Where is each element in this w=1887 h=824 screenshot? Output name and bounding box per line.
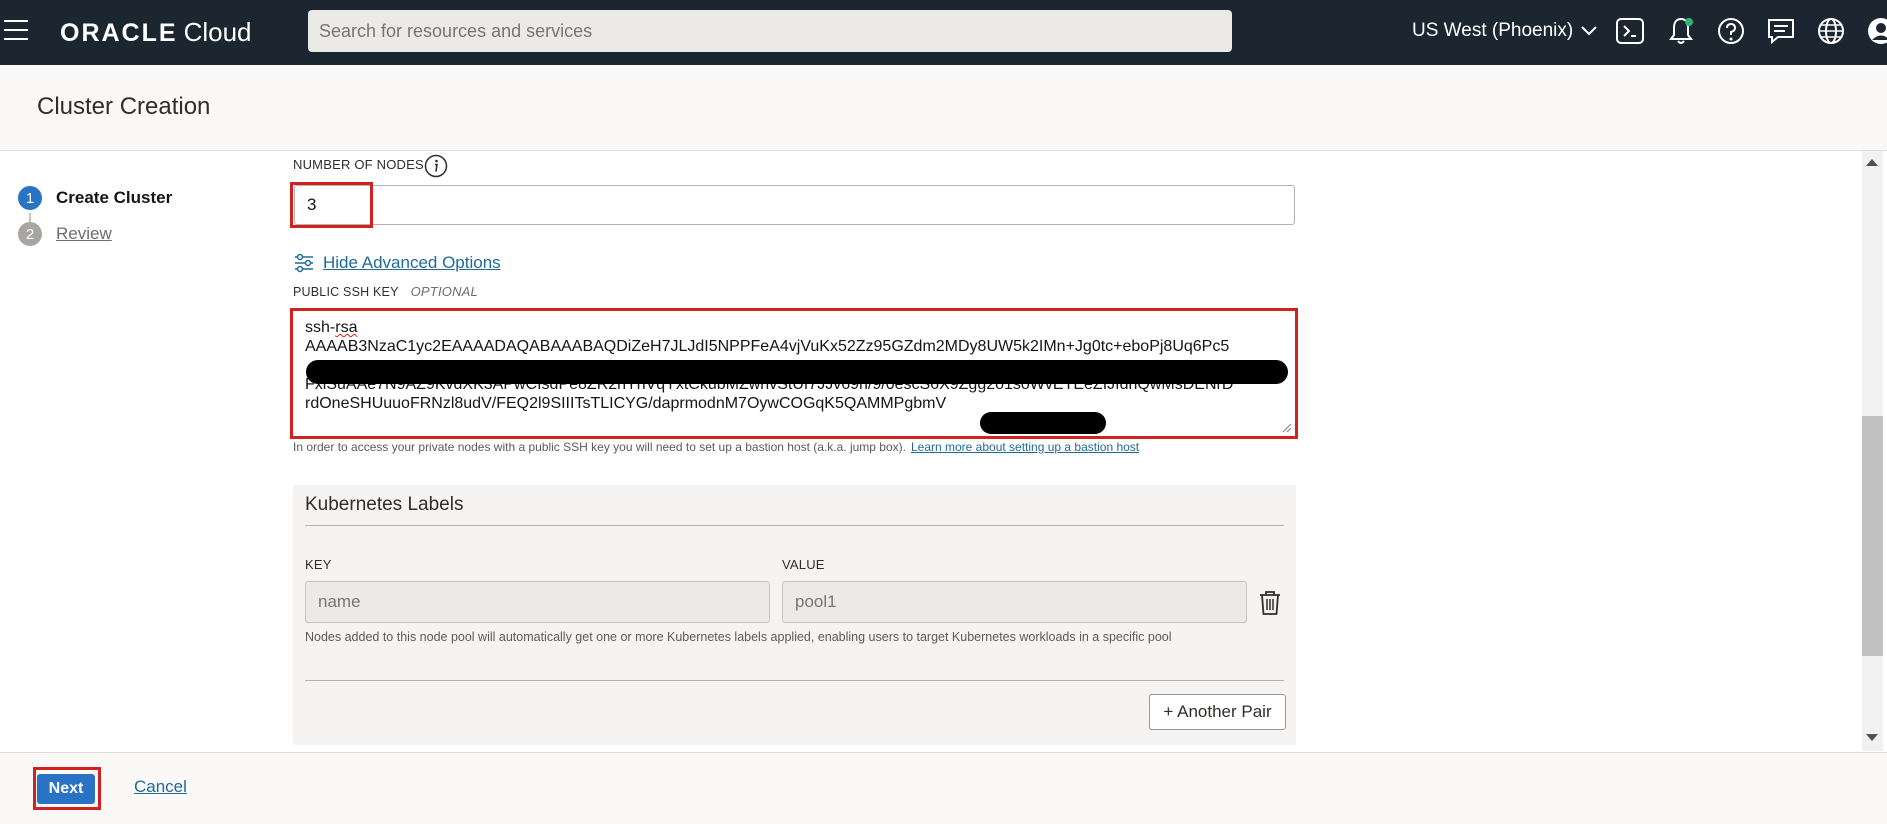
- redaction-bar: [980, 412, 1106, 434]
- step-create-cluster[interactable]: 1 Create Cluster: [18, 186, 172, 210]
- kubernetes-labels-help: Nodes added to this node pool will autom…: [305, 630, 1172, 644]
- scrollbar-thumb[interactable]: [1862, 416, 1883, 656]
- sliders-icon[interactable]: [293, 252, 315, 274]
- scroll-down-arrow-icon[interactable]: [1866, 734, 1878, 741]
- label-value-input[interactable]: [782, 581, 1247, 623]
- optional-tag: OPTIONAL: [410, 284, 478, 299]
- hamburger-menu-icon[interactable]: [4, 20, 28, 42]
- redaction-bar: [306, 360, 1288, 384]
- user-profile-icon[interactable]: [1866, 16, 1887, 46]
- bastion-host-help-link[interactable]: Learn more about setting up a bastion ho…: [911, 440, 1139, 454]
- logo-brand: ORACLE: [60, 19, 178, 47]
- public-ssh-key-label: PUBLIC SSH KEY OPTIONAL: [293, 284, 478, 299]
- region-label: US West (Phoenix): [1412, 20, 1574, 41]
- page-title: Cluster Creation: [37, 93, 211, 120]
- oracle-cloud-logo[interactable]: ORACLE Cloud: [60, 17, 252, 48]
- info-icon[interactable]: [424, 154, 448, 178]
- kubernetes-labels-title: Kubernetes Labels: [305, 494, 464, 515]
- help-icon[interactable]: [1716, 16, 1746, 46]
- region-selector[interactable]: US West (Phoenix): [1412, 20, 1597, 42]
- step-label: Review: [56, 224, 112, 243]
- resize-handle-icon[interactable]: [1280, 421, 1292, 433]
- divider: [305, 680, 1284, 681]
- ssh-key-line: ssh-rsa: [305, 318, 1283, 337]
- divider: [305, 525, 1284, 526]
- logo-product: Cloud: [183, 17, 252, 47]
- step-label: Create Cluster: [56, 188, 173, 207]
- chevron-down-icon: [1581, 20, 1597, 42]
- number-of-nodes-input[interactable]: [294, 185, 1295, 225]
- footer-bar: [0, 752, 1887, 824]
- page-header: Cluster Creation: [0, 65, 1887, 151]
- key-label: KEY: [305, 557, 332, 572]
- label-key-input[interactable]: [305, 581, 770, 623]
- feedback-chat-icon[interactable]: [1766, 16, 1796, 46]
- add-another-pair-button[interactable]: + Another Pair: [1149, 694, 1286, 730]
- number-of-nodes-label: NUMBER OF NODES: [293, 157, 424, 172]
- ssh-key-type: rsa: [335, 319, 358, 336]
- notifications-bell-icon[interactable]: [1666, 16, 1696, 46]
- step-review[interactable]: 2 Review: [18, 222, 112, 246]
- ssh-key-label-text: PUBLIC SSH KEY: [293, 285, 399, 299]
- language-globe-icon[interactable]: [1816, 16, 1846, 46]
- ssh-key-line: rdOneSHUuuoFRNzl8udV/FEQ2l9SIIITsTLICYG/…: [305, 395, 947, 412]
- search-input[interactable]: [308, 10, 1232, 52]
- value-label: VALUE: [782, 557, 825, 572]
- next-button[interactable]: Next: [37, 774, 95, 804]
- scroll-up-arrow-icon[interactable]: [1866, 159, 1878, 166]
- ssh-help-text: In order to access your private nodes wi…: [293, 440, 1139, 454]
- ssh-key-line: AAAAB3NzaC1yc2EAAAADAQABAAABAQDiZeH7JLJd…: [305, 338, 1230, 355]
- ssh-key-prefix: ssh-: [305, 319, 336, 336]
- delete-trash-icon[interactable]: [1258, 590, 1282, 616]
- cloud-shell-icon[interactable]: [1615, 16, 1645, 46]
- top-navigation-bar: ORACLECloud US West (Phoenix): [0, 0, 1887, 65]
- cancel-link[interactable]: Cancel: [134, 777, 187, 797]
- hide-advanced-options-link[interactable]: Hide Advanced Options: [323, 253, 501, 273]
- step-number-badge: 1: [18, 186, 42, 210]
- ssh-help-description: In order to access your private nodes wi…: [293, 440, 906, 454]
- step-number-badge: 2: [18, 222, 42, 246]
